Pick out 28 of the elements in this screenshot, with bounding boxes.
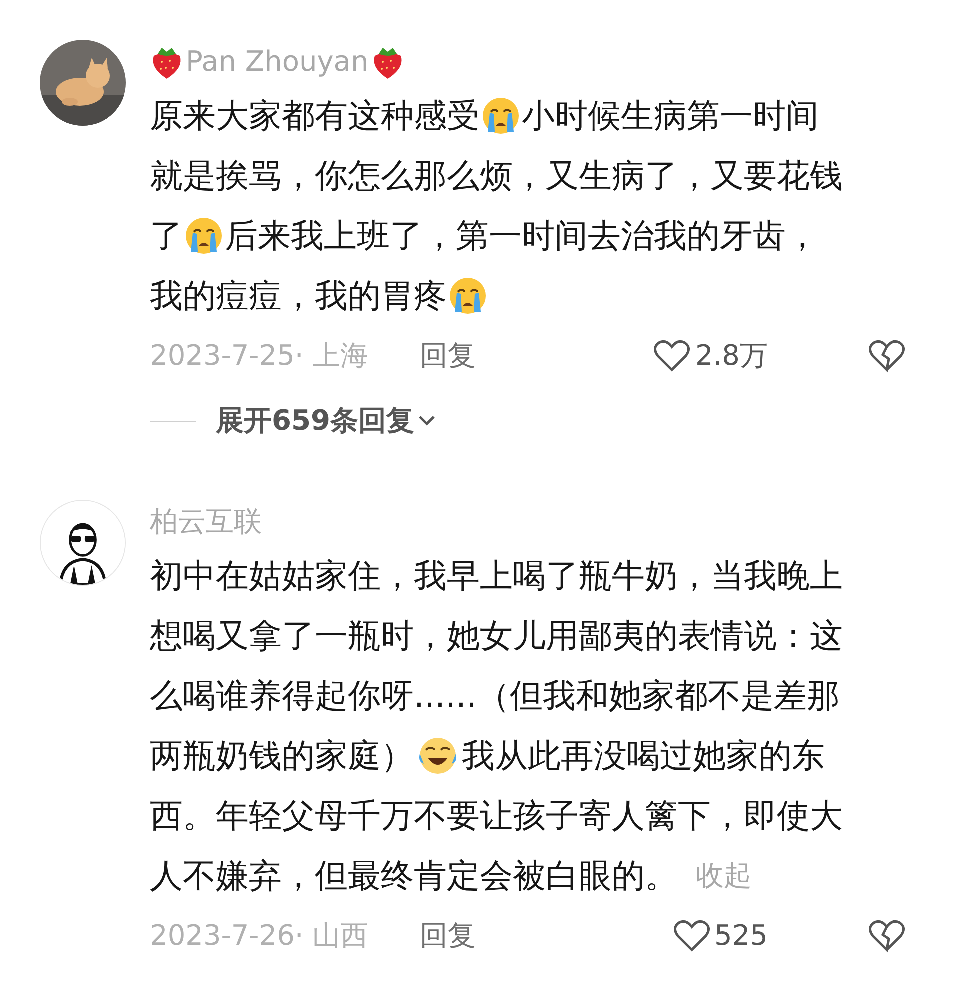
like-count: 2.8万 <box>695 338 768 374</box>
reply-link[interactable]: 回复 <box>420 335 476 377</box>
date-location: 2023-7-26· 山西 <box>150 918 370 954</box>
comment-text: 我从此再没喝过她家的东 <box>462 735 825 777</box>
comment-text: 初中在姑姑家住，我早上喝了瓶牛奶，当我晚上 <box>150 555 843 597</box>
comment-text: 小时候生病第一时间 <box>522 95 819 137</box>
crying-face-icon <box>481 96 521 136</box>
comment-text: 么喝谁养得起你呀......（但我和她家都不是差那 <box>150 675 840 717</box>
comment-text: 就是挨骂，你怎么那么烦，又生病了，又要花钱 <box>150 155 843 197</box>
reply-link[interactable]: 回复 <box>420 915 476 957</box>
crying-face-icon <box>448 276 488 316</box>
comment-text: 想喝又拿了一瓶时，她女儿用鄙夷的表情说：这 <box>150 615 843 657</box>
heart-icon[interactable] <box>653 339 692 373</box>
comment-text: 我的痘痘，我的胃疼 <box>150 275 447 317</box>
broken-heart-icon[interactable] <box>868 919 906 953</box>
expand-replies-button[interactable]: 展开659条回复 <box>216 400 436 442</box>
broken-heart-icon[interactable] <box>868 339 906 373</box>
comment-text: 两瓶奶钱的家庭） <box>150 735 414 777</box>
crying-face-icon <box>184 216 224 256</box>
chevron-down-icon <box>418 415 436 427</box>
comment-text: 后来我上班了，第一时间去治我的牙齿， <box>225 215 819 257</box>
comment-text: 了 <box>150 215 183 257</box>
like-count: 525 <box>714 918 768 954</box>
comment-text: 西。年轻父母千万不要让孩子寄人篱下，即使大 <box>150 795 843 837</box>
date-location: 2023-7-25· 上海 <box>150 338 370 374</box>
heart-icon[interactable] <box>672 919 711 953</box>
comment-text: 人不嫌弃，但最终肯定会被白眼的。 <box>150 855 678 897</box>
comment-text: 原来大家都有这种感受 <box>150 95 480 137</box>
